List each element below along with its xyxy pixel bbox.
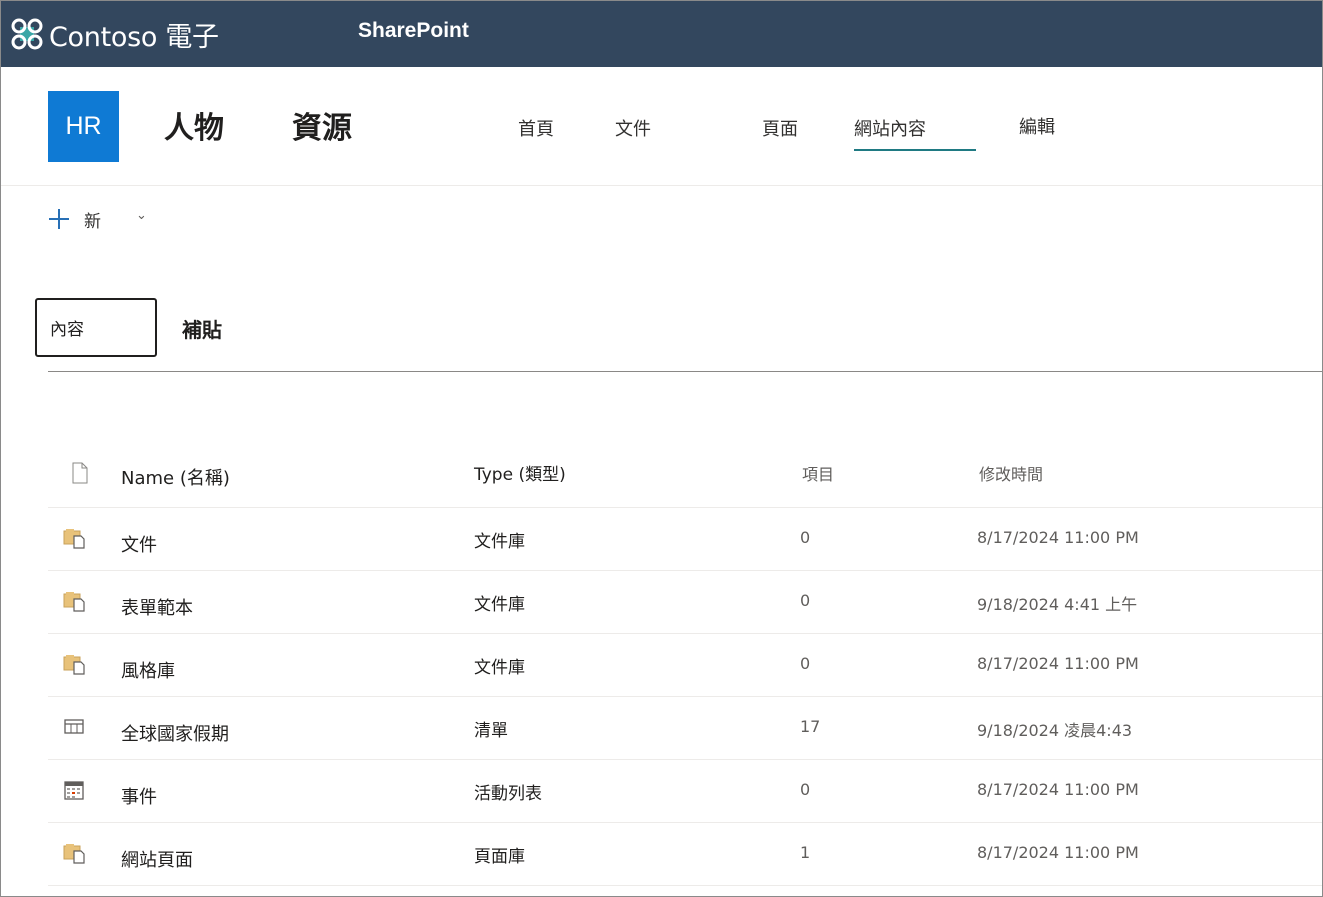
row-type: 文件庫 <box>474 595 525 615</box>
site-contents-table: Name (名稱) Type (類型) 項目 修改時間 文件 文件庫 0 8/1… <box>48 441 1322 886</box>
nav-item-pages[interactable]: 頁面 <box>762 115 798 141</box>
brand[interactable]: Contoso 電子 <box>11 14 219 54</box>
site-title-part2[interactable]: 資源 <box>292 103 352 147</box>
column-header-type[interactable]: Type (類型) <box>474 460 566 485</box>
row-modified: 8/17/2024 11:00 PM <box>977 528 1139 547</box>
new-button[interactable]: 新 <box>48 204 101 234</box>
nav-item-documents[interactable]: 文件 <box>615 115 651 141</box>
nav-item-edit[interactable]: 編輯 <box>1019 113 1055 139</box>
sharepoint-window: Contoso 電子 SharePoint HR 人物 資源 首頁 文件 頁面 … <box>0 0 1323 897</box>
row-type: 清單 <box>474 721 508 741</box>
row-type: 文件庫 <box>474 532 525 552</box>
table-row[interactable]: 網站頁面 頁面庫 1 8/17/2024 11:00 PM <box>48 823 1322 886</box>
row-type: 活動列表 <box>474 784 542 804</box>
table-row[interactable]: 風格庫 文件庫 0 8/17/2024 11:00 PM <box>48 634 1322 697</box>
site-title-part1[interactable]: 人物 <box>164 103 224 147</box>
row-items: 0 <box>800 780 811 799</box>
app-name[interactable]: SharePoint <box>358 19 469 43</box>
nav-item-site-contents[interactable]: 網站內容 <box>854 115 976 151</box>
document-library-icon <box>63 529 85 549</box>
row-items: 1 <box>800 843 811 862</box>
document-library-icon <box>63 592 85 612</box>
row-modified: 9/18/2024 凌晨4:43 <box>977 721 1133 740</box>
row-items: 0 <box>800 591 811 610</box>
row-items: 0 <box>800 528 811 547</box>
suite-bar: Contoso 電子 SharePoint <box>1 1 1322 67</box>
row-name[interactable]: 網站頁面 <box>121 846 193 872</box>
chevron-down-icon[interactable]: ⌄ <box>136 208 147 223</box>
document-icon[interactable] <box>68 461 92 485</box>
site-logo[interactable]: HR <box>48 91 119 162</box>
column-header-name[interactable]: Name (名稱) <box>121 464 230 490</box>
pivot-divider <box>48 371 1322 372</box>
row-name[interactable]: 表單範本 <box>121 594 193 620</box>
site-header: HR 人物 資源 首頁 文件 頁面 網站內容 編輯 <box>1 67 1322 186</box>
column-header-items[interactable]: 項目 <box>802 461 834 485</box>
table-row[interactable]: 表單範本 文件庫 0 9/18/2024 4:41 上午 <box>48 571 1322 634</box>
row-name[interactable]: 全球國家假期 <box>121 720 229 746</box>
row-modified: 9/18/2024 4:41 上午 <box>977 595 1138 614</box>
tab-subsites[interactable]: 補貼 <box>182 314 222 343</box>
row-items: 0 <box>800 654 811 673</box>
table-row[interactable]: 文件 文件庫 0 8/17/2024 11:00 PM <box>48 508 1322 571</box>
nav-item-home[interactable]: 首頁 <box>518 115 554 141</box>
tab-subsites-label: 補貼 <box>182 318 222 342</box>
row-items: 17 <box>800 717 821 736</box>
row-type: 文件庫 <box>474 658 525 678</box>
calendar-icon <box>64 781 84 800</box>
contoso-logo-icon <box>11 18 43 50</box>
list-icon <box>64 719 84 734</box>
row-name[interactable]: 風格庫 <box>121 657 175 683</box>
row-type: 頁面庫 <box>474 847 525 867</box>
new-button-label: 新 <box>84 211 101 232</box>
brand-name: Contoso 電子 <box>49 21 219 53</box>
row-name[interactable]: 事件 <box>121 783 157 809</box>
row-name[interactable]: 文件 <box>121 531 157 557</box>
tab-contents[interactable]: 內容 <box>35 298 157 357</box>
row-modified: 8/17/2024 11:00 PM <box>977 843 1139 862</box>
document-library-icon <box>63 655 85 675</box>
table-row[interactable]: 全球國家假期 清單 17 9/18/2024 凌晨4:43 <box>48 697 1322 760</box>
document-library-icon <box>63 844 85 864</box>
table-header-row: Name (名稱) Type (類型) 項目 修改時間 <box>48 441 1322 508</box>
table-row[interactable]: 事件 活動列表 0 8/17/2024 11:00 PM <box>48 760 1322 823</box>
plus-icon <box>48 208 70 230</box>
tab-contents-label: 內容 <box>50 320 84 340</box>
row-modified: 8/17/2024 11:00 PM <box>977 780 1139 799</box>
row-modified: 8/17/2024 11:00 PM <box>977 654 1139 673</box>
column-header-modified[interactable]: 修改時間 <box>979 461 1043 485</box>
